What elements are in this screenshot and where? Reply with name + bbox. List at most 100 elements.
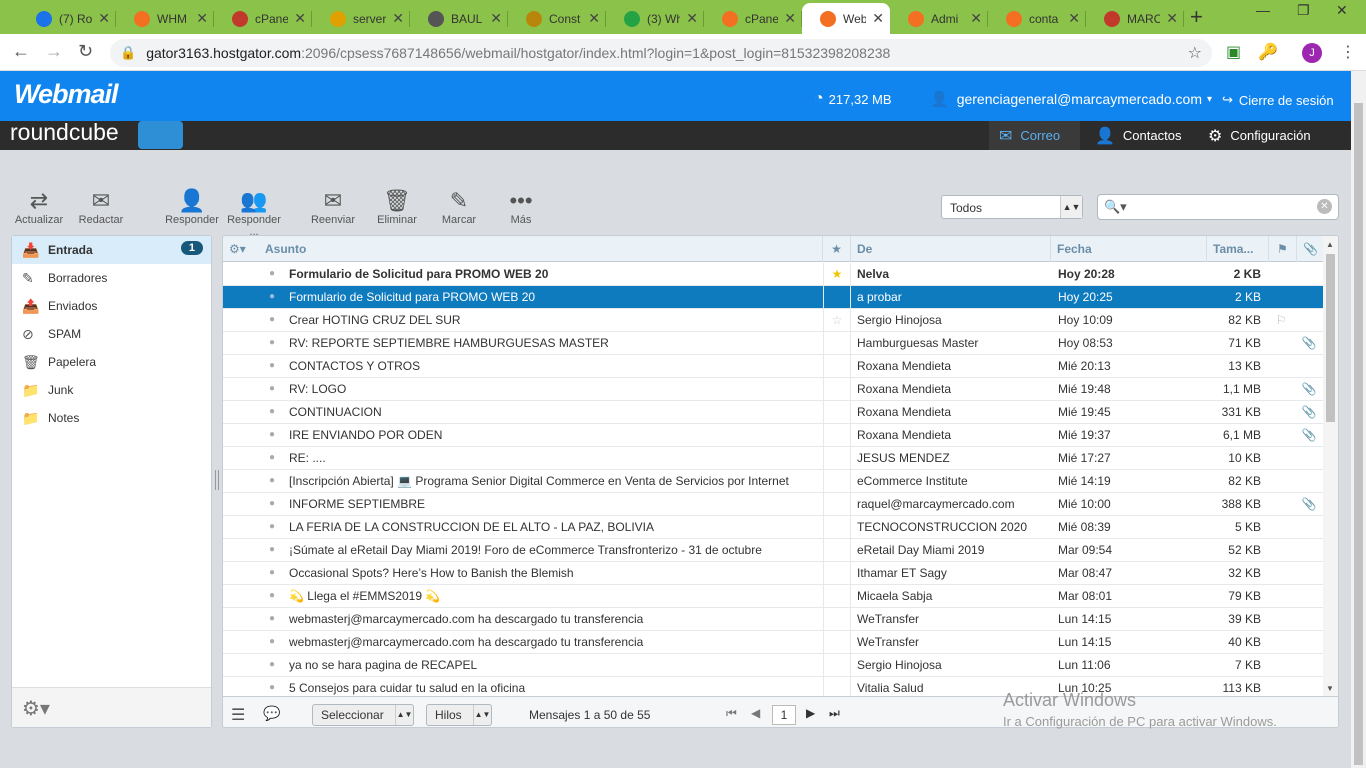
list-view-icon[interactable]: ☰ xyxy=(231,705,245,725)
message-subject[interactable]: Occasional Spots? Here’s How to Banish t… xyxy=(289,562,819,585)
browser-tab[interactable]: (7) Ro ✕ xyxy=(18,3,116,34)
message-row[interactable]: ● Crear HOTING CRUZ DEL SUR ☆ Sergio Hinojo… xyxy=(223,309,1323,332)
flag-cell[interactable] xyxy=(1271,516,1291,539)
browser-tab[interactable]: cPane ✕ xyxy=(704,3,802,34)
page-scrollbar[interactable] xyxy=(1351,71,1366,768)
tab-close-icon[interactable]: ✕ xyxy=(196,10,208,27)
folder-item[interactable]: 🗑 Papelera xyxy=(12,348,211,376)
status-dot-icon[interactable]: ● xyxy=(269,493,279,516)
close-window-icon[interactable]: ✕ xyxy=(1336,2,1348,19)
url-input[interactable]: 🔒 gator3163.hostgator.com:2096/cpsess768… xyxy=(110,39,1212,67)
list-scrollbar[interactable]: ▲ ▼ xyxy=(1323,236,1338,696)
status-dot-icon[interactable]: ● xyxy=(269,585,279,608)
message-subject[interactable]: ya no se hara pagina de RECAPEL xyxy=(289,654,819,677)
page-scroll-thumb[interactable] xyxy=(1354,103,1363,765)
browser-tab[interactable]: Admi ✕ xyxy=(890,3,988,34)
page-number-input[interactable]: 1 xyxy=(772,705,796,725)
message-row[interactable]: ● RV: LOGO Roxana Mendieta Mié 19:48 1,1 MB 📎 xyxy=(223,378,1323,401)
reply-all-button[interactable]: 👥 Responder ... xyxy=(222,188,286,238)
flag-cell[interactable] xyxy=(1271,332,1291,355)
browser-menu-icon[interactable]: ⋮ xyxy=(1340,42,1356,62)
column-from[interactable]: De xyxy=(851,236,1051,262)
minimize-icon[interactable]: — xyxy=(1256,2,1270,18)
flag-cell[interactable] xyxy=(1271,447,1291,470)
extension-key-icon[interactable]: 🔑 xyxy=(1258,42,1278,62)
browser-tab[interactable]: WHM ✕ xyxy=(116,3,214,34)
flag-cell[interactable] xyxy=(1271,424,1291,447)
status-dot-icon[interactable]: ● xyxy=(269,424,279,447)
message-row[interactable]: ● Formulario de Solicitud para PROMO WEB … xyxy=(223,286,1323,309)
message-row[interactable]: ● ¡Súmate al eRetail Day Miami 2019! Foro… xyxy=(223,539,1323,562)
tab-close-icon[interactable]: ✕ xyxy=(784,10,796,27)
message-subject[interactable]: IRE ENVIANDO POR ODEN xyxy=(289,424,819,447)
status-dot-icon[interactable]: ● xyxy=(269,470,279,493)
back-icon[interactable]: ← xyxy=(12,41,30,62)
message-row[interactable]: ● CONTINUACION Roxana Mendieta Mié 19:45 331… xyxy=(223,401,1323,424)
message-row[interactable]: ● webmasterj@marcaymercado.com ha descarg… xyxy=(223,608,1323,631)
scroll-down-icon[interactable]: ▼ xyxy=(1326,684,1334,693)
nav-contacts[interactable]: 👤 Contactos xyxy=(1085,121,1191,150)
message-subject[interactable]: RV: LOGO xyxy=(289,378,819,401)
first-page-icon[interactable]: ⏮ xyxy=(726,706,737,721)
star-filled-icon[interactable]: ★ xyxy=(832,267,843,281)
flag-icon[interactable]: ⚐ xyxy=(1276,313,1287,327)
status-dot-icon[interactable]: ● xyxy=(269,562,279,585)
message-subject[interactable]: RE: .... xyxy=(289,447,819,470)
maximize-icon[interactable]: ❐ xyxy=(1297,2,1310,19)
star-cell[interactable] xyxy=(823,493,851,516)
tab-close-icon[interactable]: ✕ xyxy=(98,10,110,27)
compose-button[interactable]: ✉ Redactar xyxy=(69,188,133,226)
folder-item[interactable]: 📁 Notes xyxy=(12,404,211,432)
star-cell[interactable] xyxy=(823,562,851,585)
column-flag-icon[interactable]: ⚑ xyxy=(1269,236,1297,262)
status-dot-icon[interactable]: ● xyxy=(269,631,279,654)
message-row[interactable]: ● CONTACTOS Y OTROS Roxana Mendieta Mié 20:… xyxy=(223,355,1323,378)
star-cell[interactable] xyxy=(823,470,851,493)
message-row[interactable]: ● ya no se hara pagina de RECAPEL Sergio H… xyxy=(223,654,1323,677)
star-empty-icon[interactable]: ☆ xyxy=(832,313,843,327)
message-row[interactable]: ● RV: REPORTE SEPTIEMBRE HAMBURGUESAS MAS… xyxy=(223,332,1323,355)
message-row[interactable]: ● INFORME SEPTIEMBRE raquel@marcaymercado.… xyxy=(223,493,1323,516)
mark-button[interactable]: ✎ Marcar xyxy=(427,188,491,226)
column-attachment-icon[interactable]: 📎 xyxy=(1297,236,1323,262)
folder-item[interactable]: 📤 Enviados xyxy=(12,292,211,320)
bookmark-star-icon[interactable]: ☆ xyxy=(1188,43,1202,63)
tab-close-icon[interactable]: ✕ xyxy=(490,10,502,27)
message-subject[interactable]: Formulario de Solicitud para PROMO WEB 2… xyxy=(289,286,819,309)
status-dot-icon[interactable]: ● xyxy=(269,516,279,539)
message-subject[interactable]: CONTINUACION xyxy=(289,401,819,424)
flag-cell[interactable] xyxy=(1271,585,1291,608)
star-cell[interactable] xyxy=(823,654,851,677)
tab-close-icon[interactable]: ✕ xyxy=(686,10,698,27)
status-dot-icon[interactable]: ● xyxy=(269,378,279,401)
star-cell[interactable] xyxy=(823,401,851,424)
browser-tab[interactable]: Const ✕ xyxy=(508,3,606,34)
scroll-up-icon[interactable]: ▲ xyxy=(1326,240,1334,249)
flag-cell[interactable] xyxy=(1271,401,1291,424)
tab-close-icon[interactable]: ✕ xyxy=(970,10,982,27)
message-subject[interactable]: Crear HOTING CRUZ DEL SUR xyxy=(289,309,819,332)
folder-item[interactable]: 📥 Entrada 1 xyxy=(12,236,211,264)
delete-button[interactable]: 🗑 Eliminar xyxy=(365,188,429,226)
pane-splitter[interactable] xyxy=(215,470,219,490)
status-dot-icon[interactable]: ● xyxy=(269,539,279,562)
column-subject[interactable]: Asunto xyxy=(259,236,823,262)
nav-settings[interactable]: ⚙ Configuración xyxy=(1198,121,1321,150)
message-row[interactable]: ● webmasterj@marcaymercado.com ha descarg… xyxy=(223,631,1323,654)
forward-icon[interactable]: → xyxy=(45,41,63,62)
search-input[interactable]: 🔍▾ ✕ xyxy=(1097,194,1339,220)
browser-tab[interactable]: cPane ✕ xyxy=(214,3,312,34)
new-tab-button[interactable]: + xyxy=(1190,4,1203,30)
tab-close-icon[interactable]: ✕ xyxy=(294,10,306,27)
flag-cell[interactable] xyxy=(1271,470,1291,493)
tab-close-icon[interactable]: ✕ xyxy=(588,10,600,27)
status-dot-icon[interactable]: ● xyxy=(269,608,279,631)
status-dot-icon[interactable]: ● xyxy=(269,401,279,424)
reload-icon[interactable]: ↻ xyxy=(78,41,93,62)
message-subject[interactable]: RV: REPORTE SEPTIEMBRE HAMBURGUESAS MAST… xyxy=(289,332,819,355)
message-row[interactable]: ● Occasional Spots? Here’s How to Banish … xyxy=(223,562,1323,585)
folder-settings[interactable]: ⚙▾ xyxy=(12,687,211,727)
flag-cell[interactable] xyxy=(1271,493,1291,516)
message-subject[interactable]: LA FERIA DE LA CONSTRUCCION DE EL ALTO -… xyxy=(289,516,819,539)
threads-dropdown[interactable]: Hilos ▲▼ xyxy=(426,704,492,726)
